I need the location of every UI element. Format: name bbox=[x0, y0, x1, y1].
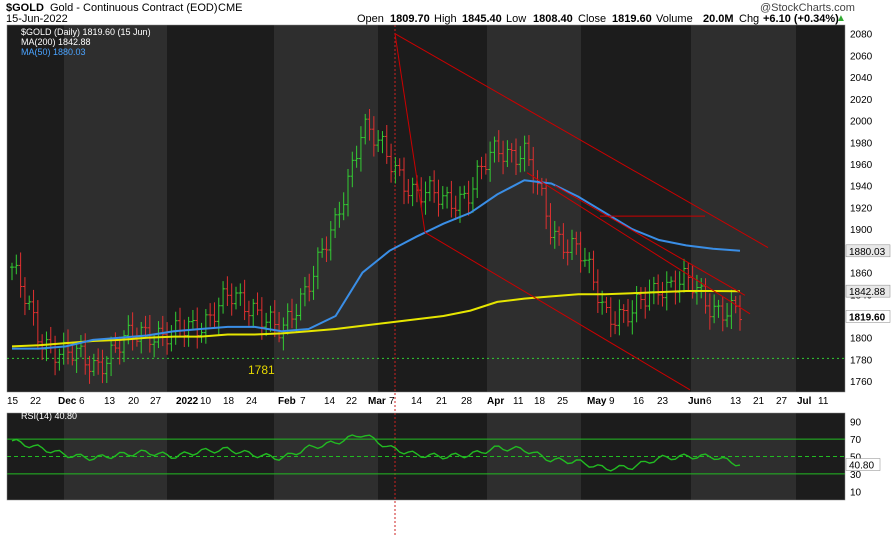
month-band bbox=[691, 25, 796, 392]
x-tick-label: 7 bbox=[389, 396, 395, 407]
x-tick-label: Feb bbox=[278, 396, 296, 407]
legend-price: $GOLD (Daily) 1819.60 (15 Jun) bbox=[21, 27, 151, 37]
x-tick-label: 7 bbox=[300, 396, 306, 407]
rsi-y-tick-label: 70 bbox=[850, 435, 862, 446]
x-tick-label: 6 bbox=[706, 396, 712, 407]
x-tick-label: May bbox=[587, 396, 607, 407]
price-tag-label: 1880.03 bbox=[849, 247, 886, 258]
x-tick-label: 10 bbox=[200, 396, 212, 407]
y-tick-label: 1980 bbox=[850, 138, 873, 149]
x-tick-label: 18 bbox=[223, 396, 235, 407]
x-tick-label: Mar bbox=[368, 396, 386, 407]
x-tick-label: 27 bbox=[150, 396, 162, 407]
rsi-y-tick-label: 30 bbox=[850, 470, 862, 481]
price-tag-label: 1842.88 bbox=[849, 287, 886, 298]
y-tick-label: 1860 bbox=[850, 269, 873, 280]
rsi-y-tick-label: 10 bbox=[850, 487, 862, 498]
x-tick-label: Apr bbox=[487, 396, 504, 407]
x-tick-label: 15 bbox=[7, 396, 19, 407]
y-tick-label: 2040 bbox=[850, 73, 873, 84]
month-band bbox=[487, 25, 581, 392]
x-tick-label: 13 bbox=[730, 396, 742, 407]
x-tick-label: 20 bbox=[128, 396, 140, 407]
x-tick-label: 13 bbox=[104, 396, 116, 407]
x-tick-label: 23 bbox=[657, 396, 669, 407]
x-tick-label: 14 bbox=[411, 396, 423, 407]
rsi-y-tick-label: 90 bbox=[850, 418, 862, 429]
x-tick-label: Jul bbox=[797, 396, 812, 407]
legend-ma200: MA(200) 1842.88 bbox=[21, 37, 91, 47]
x-tick-label: 24 bbox=[246, 396, 258, 407]
x-tick-label: 21 bbox=[753, 396, 765, 407]
x-tick-label: 11 bbox=[513, 396, 524, 407]
x-tick-label: Dec bbox=[58, 396, 77, 407]
y-tick-label: 1800 bbox=[850, 334, 873, 345]
x-tick-label: 28 bbox=[461, 396, 473, 407]
x-tick-label: 21 bbox=[436, 396, 448, 407]
x-tick-label: 2022 bbox=[176, 396, 199, 407]
y-tick-label: 2060 bbox=[850, 51, 873, 62]
y-tick-label: 1940 bbox=[850, 182, 873, 193]
y-tick-label: 2020 bbox=[850, 95, 873, 106]
x-tick-label: 25 bbox=[557, 396, 569, 407]
y-tick-label: 2080 bbox=[850, 30, 873, 41]
rsi-legend: RSI(14) 40.80 bbox=[21, 411, 77, 421]
month-band bbox=[274, 25, 378, 392]
y-tick-label: 1780 bbox=[850, 355, 873, 366]
y-tick-label: 1920 bbox=[850, 203, 873, 214]
x-tick-label: 16 bbox=[633, 396, 645, 407]
price-chart: 1760178018001820184018601880190019201940… bbox=[6, 24, 891, 536]
legend-ma50: MA(50) 1880.03 bbox=[21, 47, 86, 57]
y-tick-label: 1960 bbox=[850, 160, 873, 171]
x-tick-label: 27 bbox=[776, 396, 788, 407]
y-tick-label: 1900 bbox=[850, 225, 873, 236]
x-tick-label: 6 bbox=[79, 396, 85, 407]
x-tick-label: 22 bbox=[30, 396, 42, 407]
rsi-current-label: 40.80 bbox=[849, 461, 874, 472]
x-tick-label: 18 bbox=[534, 396, 546, 407]
support-label-1781: 1781 bbox=[248, 363, 275, 377]
price-tag-label: 1819.60 bbox=[849, 312, 886, 323]
x-tick-label: 22 bbox=[346, 396, 358, 407]
x-tick-label: Jun bbox=[688, 396, 706, 407]
x-tick-label: 14 bbox=[324, 396, 336, 407]
x-tick-label: 9 bbox=[609, 396, 615, 407]
y-tick-label: 2000 bbox=[850, 117, 873, 128]
x-tick-label: 11 bbox=[818, 396, 829, 407]
y-tick-label: 1760 bbox=[850, 377, 873, 388]
